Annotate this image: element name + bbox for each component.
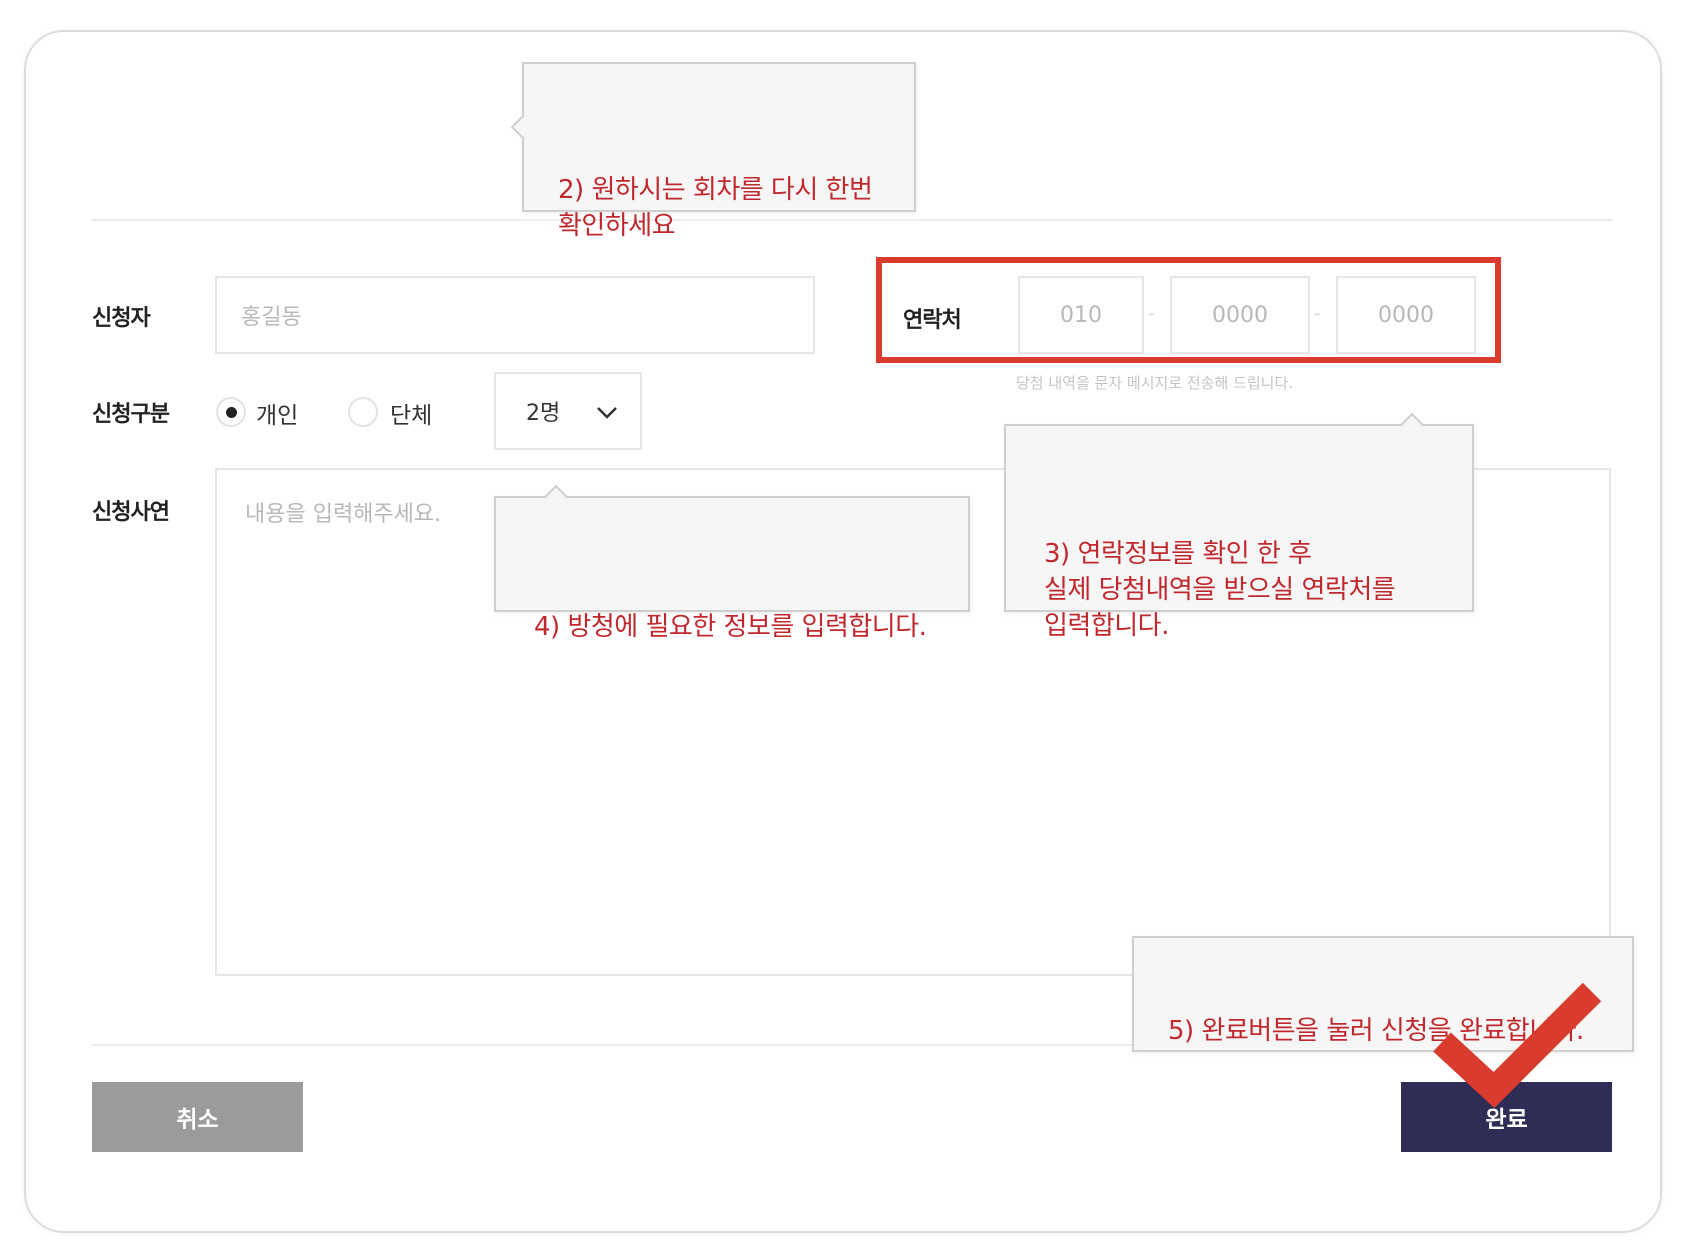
phone-part-2-value: 0000 [1212, 302, 1268, 328]
phone-part-3-value: 0000 [1378, 302, 1434, 328]
callout-step3: 3) 연락정보를 확인 한 후 실제 당첨내역을 받으실 연락처를 입력합니다. [1004, 412, 1474, 641]
callout-step4: 4) 방청에 필요한 정보를 입력합니다. [494, 484, 970, 642]
radio-individual-label[interactable]: 개인 [256, 396, 298, 430]
reason-label: 신청사연 [92, 500, 170, 525]
applicant-placeholder: 홍길동 [241, 305, 302, 330]
phone-part-3-input[interactable]: 0000 [1336, 276, 1476, 354]
checkmark-icon [1433, 982, 1602, 1109]
radio-group[interactable] [348, 397, 378, 427]
applicant-input[interactable]: 홍길동 [215, 276, 815, 354]
phone-dash-2: - [1314, 303, 1321, 324]
phone-part-2-input[interactable]: 0000 [1170, 276, 1310, 354]
cancel-button[interactable]: 취소 [92, 1082, 303, 1152]
callout-step2: 2) 원하시는 회차를 다시 한번 확인하세요 [510, 62, 916, 241]
top-divider [92, 219, 1612, 221]
radio-group-label[interactable]: 단체 [390, 396, 432, 430]
reason-placeholder: 내용을 입력해주세요. [245, 502, 442, 527]
count-select-value: 2명 [526, 401, 561, 426]
radio-individual[interactable] [216, 397, 246, 427]
phone-dash-1: - [1148, 303, 1155, 324]
chevron-down-icon [597, 407, 617, 419]
phone-part-1-value: 010 [1060, 302, 1102, 328]
count-select[interactable]: 2명 [494, 372, 642, 450]
radio-selected-dot [226, 407, 237, 418]
applicant-label: 신청자 [92, 306, 151, 331]
phone-part-1-input[interactable]: 010 [1018, 276, 1144, 354]
type-label: 신청구분 [92, 402, 170, 427]
callout-step4-text: 4) 방청에 필요한 정보를 입력합니다. [534, 612, 927, 642]
contact-hint: 당첨 내역을 문자 메시지로 전송해 드립니다. [1016, 374, 1294, 392]
contact-label: 연락처 [903, 308, 962, 333]
